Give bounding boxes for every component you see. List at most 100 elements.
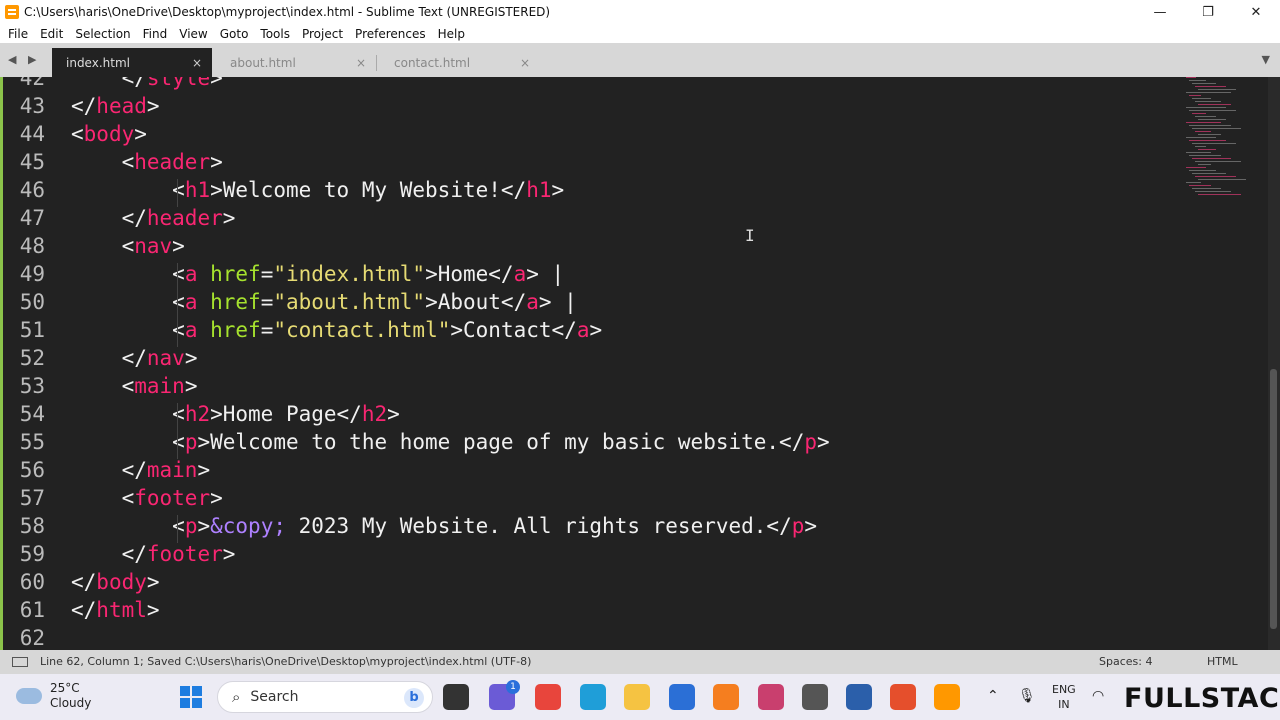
code-line[interactable]: 47 </header> xyxy=(0,204,1180,232)
taskbar-search[interactable]: ⌕ Search b xyxy=(217,681,433,713)
code-line[interactable]: 62 xyxy=(0,624,1180,650)
code-token: < xyxy=(172,514,185,538)
menu-goto[interactable]: Goto xyxy=(214,27,255,41)
bing-icon[interactable]: b xyxy=(404,688,424,708)
maximize-button[interactable]: ❐ xyxy=(1184,0,1232,24)
language-indicator[interactable]: ENG IN xyxy=(1052,682,1076,712)
minimap-line xyxy=(1195,116,1216,117)
folder-icon[interactable] xyxy=(624,684,650,710)
code-line[interactable]: 56 </main> xyxy=(0,456,1180,484)
line-number: 53 xyxy=(19,374,45,398)
tab-index-html[interactable]: index.html × xyxy=(52,48,212,77)
minimap[interactable] xyxy=(1180,77,1260,207)
code-line[interactable]: 59 </footer> xyxy=(0,540,1180,568)
code-token: < xyxy=(172,430,185,454)
syntax-setting[interactable]: HTML xyxy=(1207,655,1238,668)
close-button[interactable]: ✕ xyxy=(1232,0,1280,24)
code-token: > xyxy=(387,402,400,426)
tab-about-html[interactable]: about.html × xyxy=(216,48,376,77)
cloud-icon xyxy=(16,688,42,704)
code-line[interactable]: 53 <main> xyxy=(0,372,1180,400)
menu-edit[interactable]: Edit xyxy=(34,27,69,41)
code-editor[interactable]: 42 </style> 43 </head> 44 <body> 45 <header> 4… xyxy=(0,77,1268,650)
tab-close-icon[interactable]: × xyxy=(356,56,366,70)
menu-project[interactable]: Project xyxy=(296,27,349,41)
code-line[interactable]: 48 <nav> xyxy=(0,232,1180,260)
tab-contact-html[interactable]: contact.html × xyxy=(380,48,540,77)
code-line[interactable]: 44 <body> xyxy=(0,120,1180,148)
weather-widget[interactable]: 25°C Cloudy xyxy=(16,681,91,711)
code-token: < xyxy=(71,122,84,146)
code-token: &copy; xyxy=(210,514,286,538)
app-c-icon[interactable] xyxy=(890,684,916,710)
code-token: footer xyxy=(134,486,211,510)
code-token: p xyxy=(184,430,198,454)
code-token: >Home Page</ xyxy=(210,402,362,426)
code-line[interactable]: 57 <footer> xyxy=(0,484,1180,512)
minimize-button[interactable]: — xyxy=(1136,0,1184,24)
microphone-icon[interactable]: 🎙 xyxy=(1018,688,1036,704)
menu-preferences[interactable]: Preferences xyxy=(349,27,432,41)
code-text: </html> xyxy=(71,596,160,624)
store-icon[interactable] xyxy=(669,684,695,710)
code-line[interactable]: 42 </style> xyxy=(0,77,1180,92)
code-token: p xyxy=(184,514,198,538)
code-text: <h2>Home Page</h2> xyxy=(71,400,400,428)
code-token: a xyxy=(576,318,590,342)
code-line[interactable]: 45 <header> xyxy=(0,148,1180,176)
menu-file[interactable]: File xyxy=(2,27,34,41)
minimap-line xyxy=(1195,101,1221,102)
line-number: 59 xyxy=(19,542,45,566)
scrollbar-thumb[interactable] xyxy=(1270,369,1277,629)
code-line[interactable]: 60 </body> xyxy=(0,568,1180,596)
line-number: 44 xyxy=(19,122,45,146)
indentation-setting[interactable]: Spaces: 4 xyxy=(1099,655,1152,668)
code-token: body xyxy=(96,570,147,594)
code-line[interactable]: 43 </head> xyxy=(0,92,1180,120)
tray-chevron-icon[interactable]: ⌃ xyxy=(987,688,999,704)
menu-help[interactable]: Help xyxy=(432,27,471,41)
wifi-icon[interactable]: ◠ xyxy=(1092,688,1104,704)
panel-toggle-icon[interactable] xyxy=(12,657,28,667)
terminal-icon[interactable] xyxy=(443,684,469,710)
menu-view[interactable]: View xyxy=(173,27,213,41)
firefox-icon[interactable] xyxy=(713,684,739,710)
line-number: 56 xyxy=(19,458,45,482)
minimap-line xyxy=(1189,80,1206,81)
code-text: <h1>Welcome to My Website!</h1> xyxy=(71,176,564,204)
status-message: Line 62, Column 1; Saved C:\Users\haris\… xyxy=(40,655,532,668)
snip-icon[interactable] xyxy=(758,684,784,710)
line-number: 45 xyxy=(19,150,45,174)
menu-tools[interactable]: Tools xyxy=(254,27,296,41)
sublime-icon[interactable] xyxy=(934,684,960,710)
tab-close-icon[interactable]: × xyxy=(192,56,202,70)
code-token: h1 xyxy=(526,178,552,202)
minimap-line xyxy=(1189,125,1231,126)
menu-find[interactable]: Find xyxy=(137,27,174,41)
menu-selection[interactable]: Selection xyxy=(69,27,136,41)
code-token: p xyxy=(804,430,817,454)
code-token: footer xyxy=(146,542,223,566)
code-line[interactable]: 52 </nav> xyxy=(0,344,1180,372)
code-token: main xyxy=(134,374,185,398)
code-token: a xyxy=(526,290,539,314)
word-icon[interactable] xyxy=(846,684,872,710)
tab-dropdown-icon[interactable]: ▼ xyxy=(1262,53,1270,66)
code-token: style xyxy=(146,77,211,90)
line-number: 51 xyxy=(19,318,45,342)
indent-guide xyxy=(177,403,178,431)
vertical-scrollbar[interactable] xyxy=(1268,77,1280,650)
code-token: = xyxy=(260,290,274,314)
minimap-line xyxy=(1195,131,1211,132)
tab-nav-arrows-icon[interactable]: ◀ ▶ xyxy=(8,53,40,66)
tab-close-icon[interactable]: × xyxy=(520,56,530,70)
code-line[interactable]: 61 </html> xyxy=(0,596,1180,624)
window-title: C:\Users\haris\OneDrive\Desktop\myprojec… xyxy=(24,5,551,19)
chrome-icon[interactable] xyxy=(535,684,561,710)
calculator-icon[interactable] xyxy=(802,684,828,710)
edge-icon[interactable] xyxy=(580,684,606,710)
code-token: > xyxy=(184,346,198,370)
windows-start-icon[interactable] xyxy=(180,686,202,708)
code-token: main xyxy=(146,458,198,482)
